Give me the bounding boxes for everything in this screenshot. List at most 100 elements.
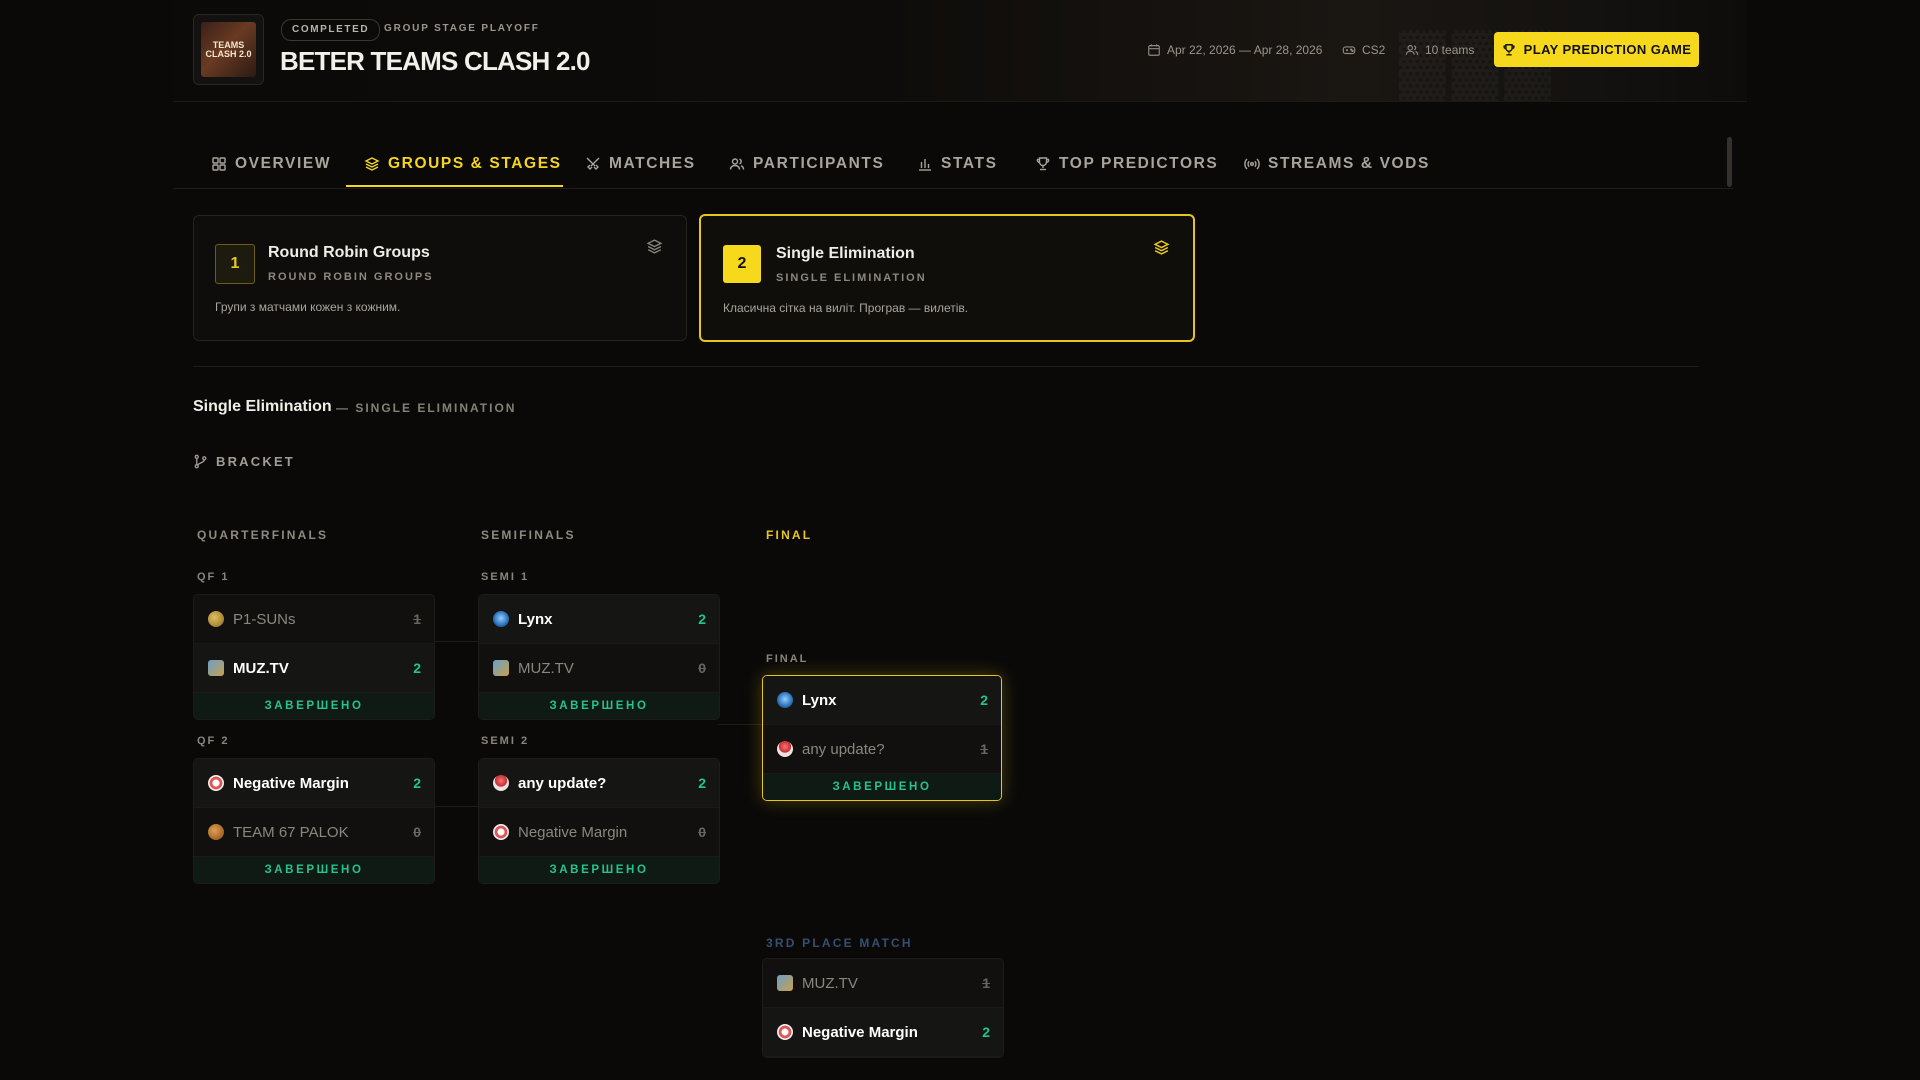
match-status: ЗАВЕРШЕНО: [479, 857, 719, 883]
match-label-final: FINAL: [766, 653, 809, 665]
match-status: ЗАВЕРШЕНО: [194, 693, 434, 719]
muz-tv-logo: [777, 975, 793, 991]
team-67-palok-logo: [208, 824, 224, 840]
stage-subtitle: ROUND ROBIN GROUPS: [268, 271, 434, 283]
negative-margin-logo: [493, 824, 509, 840]
stage-number: 1: [215, 244, 255, 284]
team-row[interactable]: Negative Margin 2: [763, 1008, 1003, 1057]
round-header-semifinals: SEMIFINALS: [481, 528, 576, 542]
tournament-dates: Apr 22, 2026 — Apr 28, 2026: [1147, 41, 1322, 59]
tab-bar: OVERVIEW GROUPS & STAGES MATCHES PARTICI…: [173, 140, 1733, 189]
users-icon: [729, 158, 745, 170]
match-card-third-place[interactable]: MUZ.TV 1 Negative Margin 2: [762, 958, 1004, 1058]
team-name: Negative Margin: [233, 774, 349, 792]
gamepad-icon: [1342, 46, 1356, 55]
stage-description: Групи з матчами кожен з кожним.: [215, 300, 401, 314]
round-header-third-place: 3RD PLACE MATCH: [766, 936, 913, 950]
team-row[interactable]: MUZ.TV 0: [479, 644, 719, 693]
match-label-semi2: SEMI 2: [481, 735, 530, 747]
any-update-logo: [493, 775, 509, 791]
team-row[interactable]: Lynx 2: [479, 595, 719, 644]
tab-stats[interactable]: STATS: [917, 140, 998, 188]
team-score: 1: [982, 975, 990, 991]
team-row[interactable]: TEAM 67 PALOK 0: [194, 808, 434, 857]
match-card-qf1[interactable]: P1-SUNs 1 MUZ.TV 2 ЗАВЕРШЕНО: [193, 594, 435, 720]
layers-icon: [646, 239, 663, 254]
negative-margin-logo: [777, 1024, 793, 1040]
tab-matches[interactable]: MATCHES: [585, 140, 696, 188]
tab-overview[interactable]: OVERVIEW: [211, 140, 331, 188]
any-update-logo: [777, 741, 793, 757]
grid-icon: [212, 157, 226, 171]
team-score: 2: [698, 775, 706, 791]
team-score: 1: [413, 611, 421, 627]
team-row[interactable]: P1-SUNs 1: [194, 595, 434, 644]
tabs-scrollbar[interactable]: [1727, 137, 1732, 187]
team-score: 0: [698, 660, 706, 676]
bracket-connector: [718, 724, 762, 725]
team-name: MUZ.TV: [518, 659, 574, 677]
tab-top-predictors-label: TOP PREDICTORS: [1059, 155, 1219, 172]
bracket-connector: [433, 806, 478, 807]
section-title: Single Elimination: [193, 398, 332, 415]
stage-number: 2: [723, 245, 761, 283]
team-row[interactable]: MUZ.TV 2: [194, 644, 434, 693]
play-button-label: PLAY PREDICTION GAME: [1523, 42, 1692, 57]
team-name: Lynx: [802, 691, 837, 709]
teams-count-text: 10 teams: [1425, 43, 1475, 57]
team-name: MUZ.TV: [802, 974, 858, 992]
team-row[interactable]: any update? 1: [763, 725, 1001, 774]
tab-overview-label: OVERVIEW: [235, 155, 332, 172]
team-row[interactable]: any update? 2: [479, 759, 719, 808]
lynx-logo: [777, 692, 793, 708]
tab-matches-label: MATCHES: [609, 155, 696, 172]
match-label-semi1: SEMI 1: [481, 571, 530, 583]
tab-streams-vods[interactable]: STREAMS & VODS: [1244, 140, 1430, 188]
tournament-team-count: 10 teams: [1405, 41, 1474, 59]
team-row[interactable]: MUZ.TV 1: [763, 959, 1003, 1008]
muz-tv-logo: [208, 660, 224, 676]
team-score: 2: [982, 1024, 990, 1040]
team-score: 2: [413, 775, 421, 791]
stage-description: Класична сітка на виліт. Програв — вилет…: [723, 301, 969, 315]
trophy-icon: [1036, 157, 1050, 171]
stage-card-round-robin[interactable]: 1 Round Robin Groups ROUND ROBIN GROUPS …: [193, 215, 687, 341]
team-score: 1: [980, 741, 988, 757]
stage-badge: GROUP STAGE PLAYOFF: [384, 23, 540, 34]
tab-participants-label: PARTICIPANTS: [753, 155, 885, 172]
team-name: any update?: [518, 774, 607, 792]
team-score: 0: [413, 824, 421, 840]
tab-groups-stages-label: GROUPS & STAGES: [388, 155, 562, 172]
active-tab-indicator: [346, 185, 563, 187]
play-prediction-game-button[interactable]: PLAY PREDICTION GAME: [1494, 32, 1699, 67]
stage-title: Round Robin Groups: [268, 244, 430, 261]
calendar-icon: [1148, 44, 1160, 56]
team-row[interactable]: Negative Margin 0: [479, 808, 719, 857]
tournament-logo-image: TEAMS CLASH 2.0: [201, 22, 256, 77]
lynx-logo: [493, 611, 509, 627]
tab-participants[interactable]: PARTICIPANTS: [729, 140, 884, 188]
tab-streams-vods-label: STREAMS & VODS: [1268, 155, 1430, 172]
stage-card-single-elimination[interactable]: 2 Single Elimination SINGLE ELIMINATION …: [699, 214, 1195, 342]
match-status: ЗАВЕРШЕНО: [763, 774, 1001, 800]
tournament-game: CS2: [1342, 41, 1385, 59]
team-row[interactable]: Lynx 2: [763, 676, 1001, 725]
swords-icon: [586, 157, 600, 170]
bar-chart-icon: [919, 159, 931, 171]
team-name: P1-SUNs: [233, 610, 296, 628]
team-row[interactable]: Negative Margin 2: [194, 759, 434, 808]
match-card-semi1[interactable]: Lynx 2 MUZ.TV 0 ЗАВЕРШЕНО: [478, 594, 720, 720]
negative-margin-logo: [208, 775, 224, 791]
team-score: 0: [698, 824, 706, 840]
muz-tv-logo: [493, 660, 509, 676]
match-card-semi2[interactable]: any update? 2 Negative Margin 0 ЗАВЕРШЕН…: [478, 758, 720, 884]
match-card-qf2[interactable]: Negative Margin 2 TEAM 67 PALOK 0 ЗАВЕРШ…: [193, 758, 435, 884]
match-status: ЗАВЕРШЕНО: [479, 693, 719, 719]
team-name: TEAM 67 PALOK: [233, 823, 349, 841]
tab-groups-stages[interactable]: GROUPS & STAGES: [364, 140, 562, 188]
tab-top-predictors[interactable]: TOP PREDICTORS: [1035, 140, 1218, 188]
stage-title: Single Elimination: [776, 245, 915, 262]
bracket-label: BRACKET: [193, 454, 295, 469]
match-card-final[interactable]: Lynx 2 any update? 1 ЗАВЕРШЕНО: [762, 675, 1002, 801]
team-name: Lynx: [518, 610, 553, 628]
